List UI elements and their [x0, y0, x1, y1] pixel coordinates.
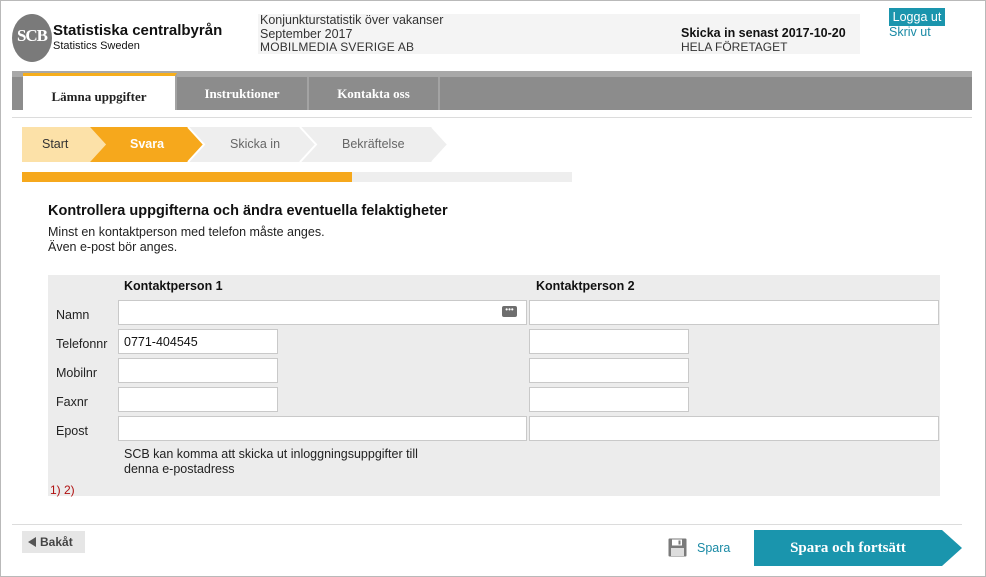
footnote-refs: 1) 2): [50, 483, 75, 497]
contact2-mobile-input[interactable]: [529, 358, 689, 383]
step-skicka-in: Skicka in: [230, 137, 281, 151]
footer-divider: [12, 524, 962, 525]
tab-lamna-uppgifter[interactable]: Lämna uppgifter: [23, 73, 177, 110]
contact2-name-input[interactable]: [529, 300, 939, 325]
name-label: Namn: [56, 308, 90, 322]
save-link[interactable]: Spara: [697, 541, 730, 555]
email-note-line2: denna e-postadress: [124, 462, 235, 476]
mobile-label: Mobilnr: [56, 366, 97, 380]
logout-button[interactable]: Logga ut: [889, 8, 945, 26]
page-heading: Kontrollera uppgifterna och ändra eventu…: [48, 203, 448, 219]
contact2-email-input[interactable]: [529, 416, 939, 441]
survey-period: September 2017: [260, 27, 353, 41]
print-link[interactable]: Skriv ut: [889, 25, 931, 39]
survey-title: Konjunkturstatistik över vakanser: [260, 13, 444, 27]
step-start: Start: [42, 137, 69, 151]
tab-kontakta-oss[interactable]: Kontakta oss: [309, 77, 440, 110]
step-svara: Svara: [130, 137, 165, 151]
deadline: Skicka in senast 2017-10-20: [681, 26, 846, 40]
phone-label: Telefonnr: [56, 337, 108, 351]
contact1-phone-input[interactable]: [118, 329, 278, 354]
email-label: Epost: [56, 424, 88, 438]
main-nav: Lämna uppgifter Instruktioner Kontakta o…: [12, 71, 972, 110]
contact2-fax-input[interactable]: [529, 387, 689, 412]
floppy-disk-icon[interactable]: [668, 538, 687, 557]
intro-text-1: Minst en kontaktperson med telefon måste…: [48, 225, 325, 239]
company-name: MOBILMEDIA SVERIGE AB: [260, 40, 415, 54]
reporting-scope: HELA FÖRETAGET: [681, 40, 788, 54]
logo-text: SCB: [16, 26, 48, 45]
contact2-phone-input[interactable]: [529, 329, 689, 354]
scb-logo-icon: SCB: [12, 14, 52, 62]
contact1-fax-input[interactable]: [118, 387, 278, 412]
progress-bar: [22, 172, 572, 182]
contact1-email-input[interactable]: [118, 416, 527, 441]
org-name-english: Statistics Sweden: [53, 40, 140, 52]
back-button[interactable]: Bakåt: [22, 531, 85, 553]
contact2-header: Kontaktperson 2: [536, 279, 635, 293]
org-name: Statistiska centralbyrån: [53, 22, 223, 39]
continue-button-label[interactable]: Spara och fortsätt: [754, 530, 942, 566]
email-note-line1: SCB kan komma att skicka ut inloggningsu…: [124, 447, 418, 461]
back-label: Bakåt: [40, 535, 73, 549]
contact1-header: Kontaktperson 1: [124, 279, 223, 293]
nav-divider: [12, 117, 972, 118]
intro-text-2: Även e-post bör anges.: [48, 240, 178, 254]
contact1-mobile-input[interactable]: [118, 358, 278, 383]
tab-instruktioner[interactable]: Instruktioner: [177, 77, 309, 110]
step-bekraftelse: Bekräftelse: [342, 137, 405, 151]
triangle-left-icon: [28, 537, 36, 547]
progress-bar-fill: [22, 172, 352, 182]
more-dots-icon[interactable]: •••: [502, 306, 517, 317]
fax-label: Faxnr: [56, 395, 88, 409]
contact1-name-input[interactable]: [118, 300, 527, 325]
progress-steps: Start Svara Skicka in Bekräftelse: [22, 127, 452, 162]
